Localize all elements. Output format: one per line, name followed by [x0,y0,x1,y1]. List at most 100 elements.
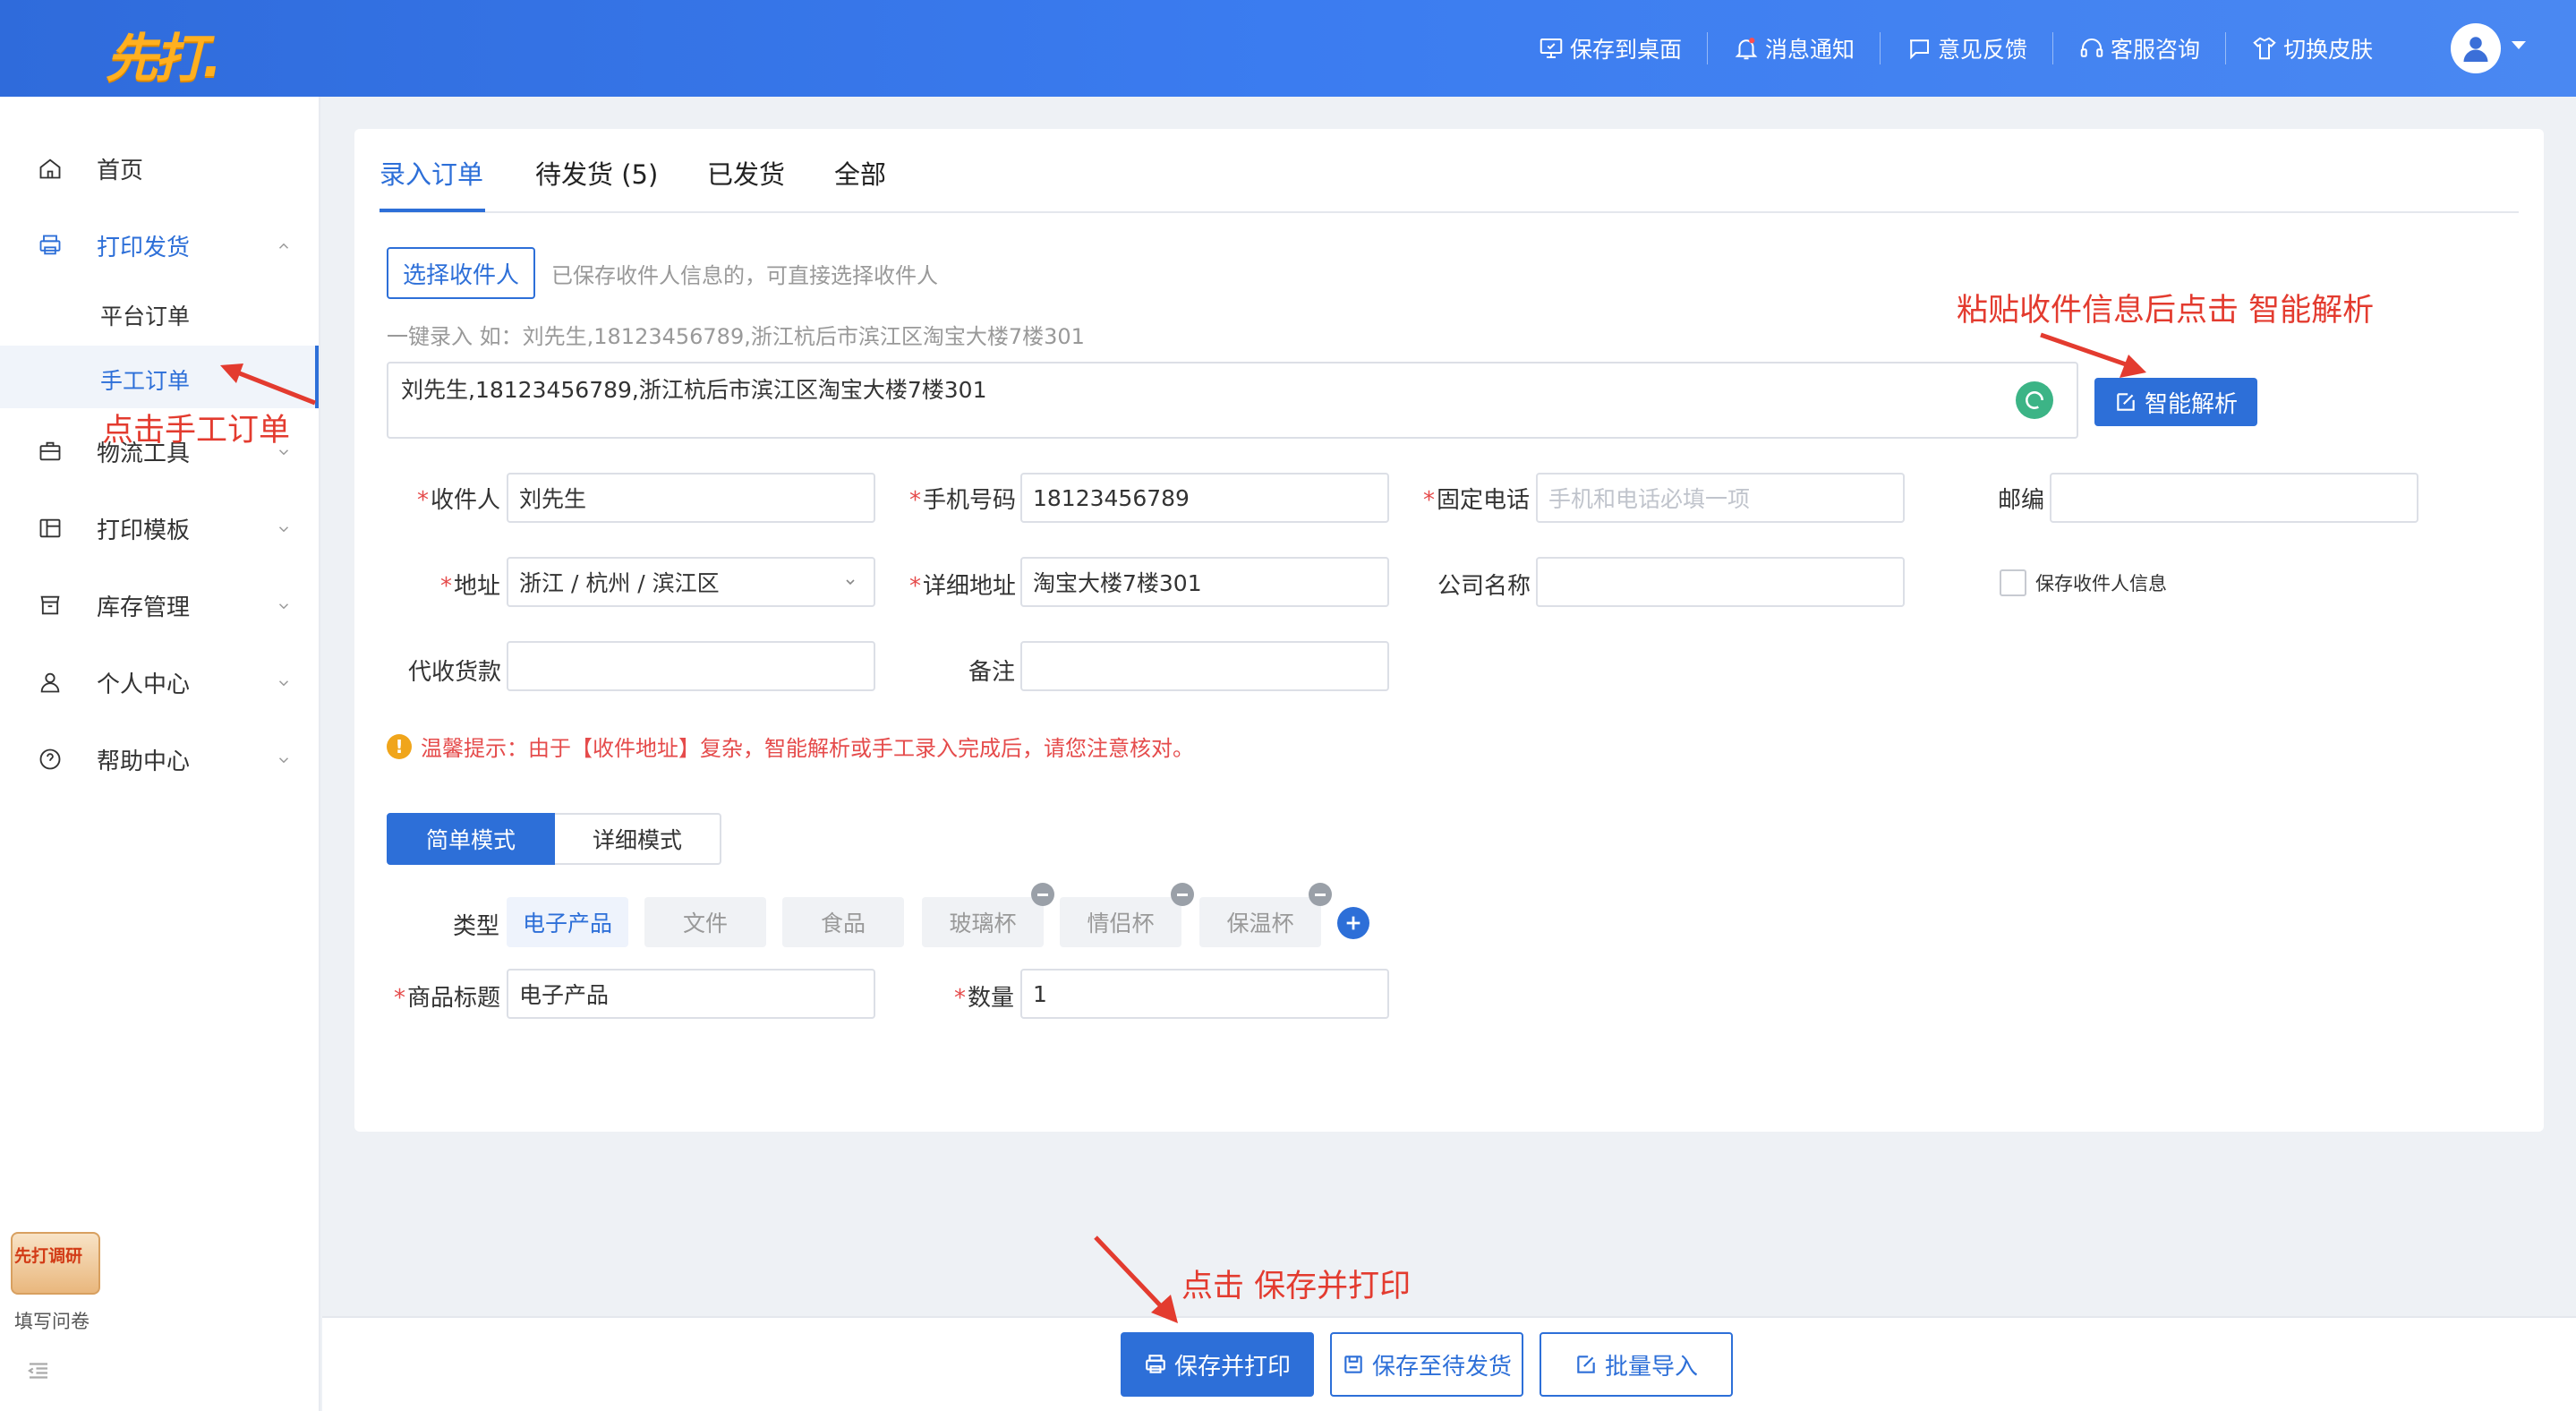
template-icon [39,518,61,538]
batch-import-label: 批量导入 [1604,1353,1698,1381]
type-chip-couple-cup[interactable]: 情侣杯 [1060,897,1181,947]
batch-import-button[interactable]: 批量导入 [1540,1332,1733,1397]
remark-label: 备注 [968,659,1016,686]
landline-input[interactable]: 手机和电话必填一项 [1536,473,1905,523]
detailed-mode-button[interactable]: 详细模式 [555,813,721,865]
type-chip-glass-cup[interactable]: 玻璃杯 [922,897,1044,947]
sidebar-item-help-center[interactable]: 帮助中心 [0,723,319,795]
landline-label: *固定电话 [1423,487,1531,514]
mobile-label: *手机号码 [909,487,1017,514]
survey-title: 先打调研 [14,1246,83,1266]
add-type-icon[interactable] [1337,907,1369,939]
save-to-pending-button[interactable]: 保存至待发货 [1330,1332,1523,1397]
briefcase-icon [39,441,61,461]
sidebar-item-inventory[interactable]: 库存管理 [0,569,319,641]
customer-service-label: 客服咨询 [2111,37,2201,63]
collapse-sidebar-icon[interactable] [25,1357,52,1384]
sidebar-item-label: 打印发货 [97,234,191,261]
chevron-down-icon [278,603,289,610]
switch-skin-button[interactable]: 切换皮肤 [2226,0,2373,97]
zipcode-input[interactable] [2050,473,2418,523]
sidebar-item-label: 打印模板 [97,517,191,544]
save-to-desktop-button[interactable]: 保存到桌面 [1538,0,1707,97]
mobile-input[interactable]: 18123456789 [1020,473,1389,523]
quantity-input[interactable]: 1 [1020,969,1389,1019]
warning-tip: ! 温馨提示：由于【收件地址】复杂，智能解析或手工录入完成后，请您注意核对。 [387,731,1194,762]
tab-all[interactable]: 全部 [834,154,886,192]
remove-chip-icon[interactable] [1309,883,1332,906]
type-chip-electronics[interactable]: 电子产品 [507,897,628,947]
remark-input[interactable] [1020,641,1389,691]
simple-mode-button[interactable]: 简单模式 [387,813,555,865]
survey-label[interactable]: 填写问卷 [14,1307,90,1334]
tab-shipped[interactable]: 已发货 [707,154,785,192]
save-recipient-label: 保存收件人信息 [2035,573,2167,594]
user-menu-caret-icon[interactable] [2512,41,2526,49]
type-chip-thermos[interactable]: 保温杯 [1199,897,1321,947]
tab-enter-order[interactable]: 录入订单 [380,154,483,192]
quick-entry-hint: 一键录入 如：刘先生,18123456789,浙江杭后市滨江区淘宝大楼7楼301 [387,324,1085,349]
type-chip-documents[interactable]: 文件 [644,897,766,947]
sidebar-item-personal-center[interactable]: 个人中心 [0,646,319,718]
save-recipient-checkbox[interactable] [2000,569,2026,596]
sidebar-subitem-platform-orders[interactable]: 平台订单 [0,281,319,344]
tab-pending-shipment[interactable]: 待发货 (5) [535,154,658,192]
loading-spinner-icon [2016,381,2053,419]
save-to-pending-label: 保存至待发货 [1371,1353,1512,1381]
printer-icon [39,235,61,255]
quick-entry-textarea[interactable]: 刘先生,18123456789,浙江杭后市滨江区淘宝大楼7楼301 [387,362,2078,439]
remove-chip-icon[interactable] [1031,883,1054,906]
chevron-down-icon [846,579,855,586]
detail-address-input[interactable]: 淘宝大楼7楼301 [1020,557,1389,607]
sidebar-item-label: 帮助中心 [97,748,191,775]
smart-parse-button[interactable]: 智能解析 [2094,378,2257,426]
select-recipient-hint: 已保存收件人信息的，可直接选择收件人 [551,263,938,288]
headset-icon [2080,38,2103,57]
save-and-print-label: 保存并打印 [1173,1353,1291,1381]
notifications-button[interactable]: 消息通知 [1708,0,1880,97]
printer-icon [1146,1355,1165,1373]
sidebar-item-label: 库存管理 [97,594,191,621]
inventory-icon [40,595,60,615]
notifications-label: 消息通知 [1765,37,1855,63]
feedback-button[interactable]: 意见反馈 [1881,0,2052,97]
user-avatar-icon [2463,37,2488,62]
save-and-print-button[interactable]: 保存并打印 [1121,1332,1314,1397]
sidebar-item-print-templates[interactable]: 打印模板 [0,492,319,564]
annotation-click-save: 点击 保存并打印 [1181,1269,1412,1304]
sidebar-subitem-label: 平台订单 [100,304,191,329]
customer-service-button[interactable]: 客服咨询 [2053,0,2225,97]
warning-text: 温馨提示：由于【收件地址】复杂，智能解析或手工录入完成后，请您注意核对。 [421,736,1194,761]
quantity-label: *数量 [954,985,1015,1012]
address-label: *地址 [440,573,501,600]
annotation-arrow-save [1094,1236,1178,1323]
chevron-down-icon [278,526,289,533]
warning-icon: ! [387,733,412,759]
annotation-paste-parse: 粘贴收件信息后点击 智能解析 [1957,293,2375,329]
user-avatar[interactable] [2451,23,2501,73]
sidebar-item-print-ship[interactable]: 打印发货 [0,210,319,281]
shirt-icon [2253,37,2276,60]
zipcode-label: 邮编 [1998,487,2045,514]
sidebar-subitem-label: 手工订单 [100,368,191,394]
order-tabs: 录入订单 待发货 (5) 已发货 全部 [380,154,2519,213]
top-header: 先打. 保存到桌面 消息通知 意见反馈 客服咨询 切换皮肤 [0,0,2576,97]
cod-label: 代收货款 [408,659,502,686]
detail-address-label: *详细地址 [909,573,1017,600]
app-logo[interactable]: 先打. [106,16,222,91]
product-title-input[interactable]: 电子产品 [507,969,875,1019]
type-chip-food[interactable]: 食品 [782,897,904,947]
select-recipient-button[interactable]: 选择收件人 [387,247,535,299]
company-input[interactable] [1536,557,1905,607]
address-select[interactable]: 浙江 / 杭州 / 滨江区 [507,557,875,607]
remove-chip-icon[interactable] [1171,883,1194,906]
recipient-input[interactable]: 刘先生 [507,473,875,523]
chat-icon [1910,39,1930,60]
cod-input[interactable] [507,641,875,691]
sidebar-item-home[interactable]: 首页 [0,133,319,204]
switch-skin-label: 切换皮肤 [2283,37,2374,63]
bell-icon [1735,38,1758,60]
survey-badge[interactable]: 先打调研 [11,1232,100,1304]
company-label: 公司名称 [1437,573,1531,600]
help-icon [39,748,61,770]
